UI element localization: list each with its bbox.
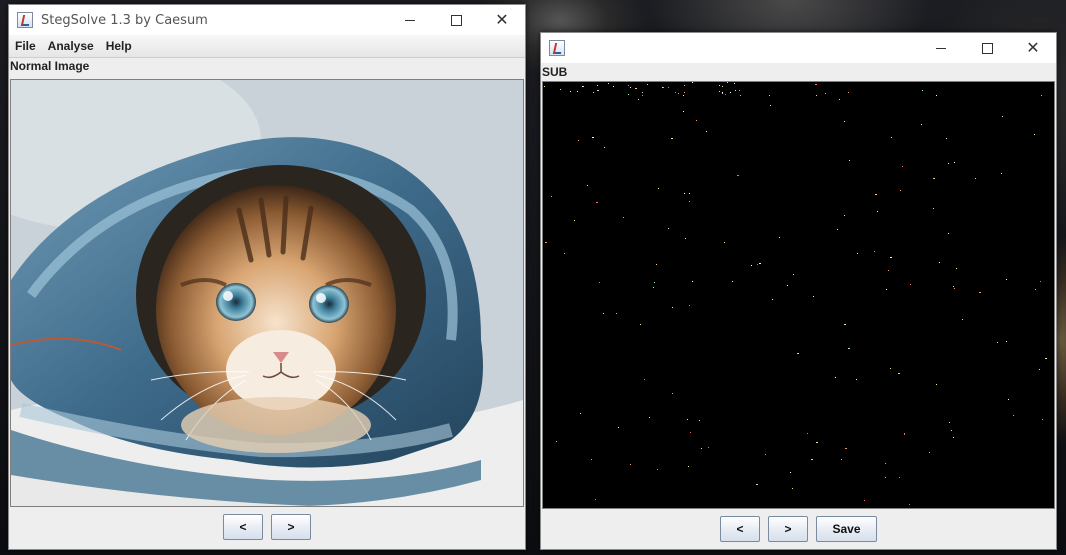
- sub-image-window: ✕ SUB < > Save: [540, 32, 1057, 550]
- close-icon: ✕: [495, 10, 509, 29]
- image-mode-label: Normal Image: [10, 59, 90, 73]
- menu-bar: File Analyse Help: [9, 35, 525, 58]
- minimize-button[interactable]: [387, 5, 433, 35]
- window-title: StegSolve 1.3 by Caesum: [41, 12, 208, 28]
- minimize-button[interactable]: [918, 33, 964, 63]
- sub-mode-label: SUB: [542, 65, 568, 79]
- sub-image-canvas: [542, 81, 1055, 509]
- sub-next-button[interactable]: >: [768, 516, 808, 542]
- sub-image-pixels: [544, 82, 1047, 505]
- sub-prev-button[interactable]: <: [720, 516, 760, 542]
- prev-plane-button[interactable]: <: [223, 514, 263, 540]
- menu-file[interactable]: File: [9, 39, 42, 53]
- minimize-icon: [936, 47, 946, 49]
- image-viewer: [10, 79, 524, 507]
- minimize-icon: [405, 19, 415, 21]
- close-icon: ✕: [1026, 38, 1040, 57]
- maximize-button[interactable]: [433, 5, 479, 35]
- main-nav-buttons: < >: [9, 514, 525, 540]
- maximize-icon: [450, 14, 462, 26]
- stegsolve-main-window: StegSolve 1.3 by Caesum ✕ File Analyse H…: [8, 4, 526, 550]
- java-app-icon: [549, 40, 565, 56]
- sub-nav-buttons: < > Save: [541, 516, 1056, 542]
- maximize-button[interactable]: [964, 33, 1010, 63]
- next-plane-button[interactable]: >: [271, 514, 311, 540]
- close-button[interactable]: ✕: [479, 5, 525, 35]
- close-button[interactable]: ✕: [1010, 33, 1056, 63]
- save-button[interactable]: Save: [816, 516, 877, 542]
- menu-help[interactable]: Help: [100, 39, 138, 53]
- menu-analyse[interactable]: Analyse: [42, 39, 100, 53]
- kitten-image: [11, 80, 523, 506]
- maximize-icon: [981, 42, 993, 54]
- java-app-icon: [17, 12, 33, 28]
- sub-titlebar[interactable]: ✕: [541, 33, 1056, 63]
- main-titlebar[interactable]: StegSolve 1.3 by Caesum ✕: [9, 5, 525, 35]
